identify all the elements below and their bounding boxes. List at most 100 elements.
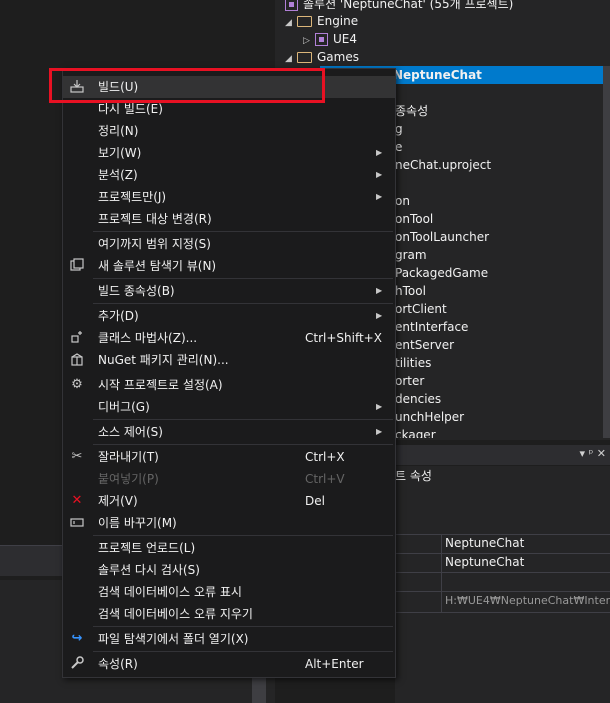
panel-controls[interactable]: ▾ ᵖ ✕	[580, 447, 606, 460]
menu-shortcut: Ctrl+X	[305, 450, 345, 464]
menu-item-nuget[interactable]: NuGet 패키지 관리(N)...	[63, 349, 395, 371]
menu-item-retarget[interactable]: 프로젝트 대상 변경(R)	[63, 208, 395, 230]
properties-title: 트 속성	[395, 469, 432, 483]
menu-label: 제거(V)	[98, 494, 138, 508]
menu-item-class-wizard[interactable]: 클래스 마법사(Z)... Ctrl+Shift+X	[63, 327, 395, 349]
menu-shortcut: Alt+Enter	[305, 657, 364, 671]
menu-label: 클래스 마법사(Z)...	[98, 331, 198, 345]
menu-label: 정리(N)	[98, 124, 139, 138]
tree-games-folder[interactable]: ◢ Games	[285, 48, 359, 66]
scissors-icon: ✂	[71, 449, 83, 464]
submenu-arrow-icon: ▶	[376, 311, 383, 320]
folder-icon	[297, 16, 312, 27]
scrollbar-thumb[interactable]	[252, 677, 266, 703]
tree-item[interactable]: onToolLauncher	[395, 228, 489, 246]
menu-item-rescan-solution[interactable]: 솔루션 다시 검사(S)	[63, 559, 395, 581]
folder-icon	[297, 52, 312, 63]
delete-icon: ✕	[71, 493, 83, 508]
tree-item[interactable]: orter	[395, 372, 424, 390]
menu-item-scope-to-this[interactable]: 여기까지 범위 지정(S)	[63, 233, 395, 255]
tree-item[interactable]: 종속성	[395, 102, 428, 120]
submenu-arrow-icon: ▶	[376, 427, 383, 436]
menu-label: 검색 데이터베이스 오류 표시	[98, 585, 242, 599]
menu-label: 속성(R)	[98, 657, 138, 671]
menu-item-add[interactable]: 추가(D) ▶	[63, 305, 395, 327]
menu-item-project-only[interactable]: 프로젝트만(J) ▶	[63, 186, 395, 208]
tree-engine-folder[interactable]: ◢ Engine	[285, 12, 358, 30]
menu-label: 이름 바꾸기(M)	[98, 516, 177, 530]
tree-ue4-project[interactable]: ▷ UE4	[303, 30, 357, 48]
rename-icon	[69, 515, 85, 531]
menu-item-show-db-errors[interactable]: 검색 데이터베이스 오류 표시	[63, 581, 395, 603]
property-value[interactable]: NeptuneChat	[445, 534, 524, 552]
expanded-arrow-icon[interactable]: ◢	[285, 14, 297, 32]
divider	[395, 612, 610, 613]
paste-icon	[69, 471, 85, 487]
open-folder-icon: ↪	[71, 631, 83, 646]
menu-shortcut: Ctrl+V	[305, 472, 345, 486]
expanded-arrow-icon[interactable]: ◢	[285, 50, 297, 68]
tree-item[interactable]: e	[395, 138, 402, 156]
menu-label: 새 솔루션 탐색기 뷰(N)	[98, 259, 217, 273]
tree-item[interactable]: entServer	[395, 336, 454, 354]
menu-item-rename[interactable]: 이름 바꾸기(M)	[63, 512, 395, 534]
tree-item[interactable]: PackagedGame	[395, 264, 488, 282]
submenu-arrow-icon: ▶	[376, 192, 383, 201]
tree-item[interactable]: g	[395, 120, 403, 138]
tree-item[interactable]: neChat.uproject	[395, 156, 491, 174]
menu-item-open-in-explorer[interactable]: ↪ 파일 탐색기에서 폴더 열기(X)	[63, 628, 395, 650]
divider	[395, 572, 610, 573]
menu-separator	[93, 651, 393, 652]
properties-title-bar: 트 속성	[395, 466, 610, 486]
tree-item[interactable]: dencies	[395, 390, 441, 408]
gear-icon: ⚙	[71, 377, 83, 392]
menu-separator	[93, 231, 393, 232]
menu-item-set-startup[interactable]: ⚙ 시작 프로젝트로 설정(A)	[63, 374, 395, 396]
menu-item-clear-db-errors[interactable]: 검색 데이터베이스 오류 지우기	[63, 603, 395, 625]
menu-item-clean[interactable]: 정리(N)	[63, 120, 395, 142]
tree-item[interactable]: hTool	[395, 282, 426, 300]
menu-shortcut: Ctrl+Shift+X	[305, 331, 382, 345]
menu-label: 프로젝트만(J)	[98, 190, 167, 204]
menu-item-analyze[interactable]: 분석(Z) ▶	[63, 164, 395, 186]
property-value[interactable]: H:₩UE4₩NeptuneChat₩Interm	[445, 592, 610, 610]
class-wizard-icon	[69, 330, 85, 346]
project-icon	[315, 33, 328, 46]
properties-header: ▾ ᵖ ✕	[395, 445, 610, 465]
tree-item[interactable]: tilities	[395, 354, 431, 372]
tree-item[interactable]: entInterface	[395, 318, 468, 336]
menu-label: NuGet 패키지 관리(N)...	[98, 353, 229, 367]
menu-separator	[93, 535, 393, 536]
tree-item[interactable]: onTool	[395, 210, 433, 228]
menu-item-properties[interactable]: 속성(R) Alt+Enter	[63, 653, 395, 675]
solution-explorer-scrollbar[interactable]	[603, 66, 610, 438]
menu-item-view[interactable]: 보기(W) ▶	[63, 142, 395, 164]
menu-item-source-control[interactable]: 소스 제어(S) ▶	[63, 421, 395, 443]
solution-icon	[285, 0, 298, 11]
menu-label: 프로젝트 대상 변경(R)	[98, 212, 212, 226]
property-value[interactable]: NeptuneChat	[445, 553, 524, 571]
menu-label: 여기까지 범위 지정(S)	[98, 237, 211, 251]
menu-item-cut[interactable]: ✂ 잘라내기(T) Ctrl+X	[63, 446, 395, 468]
menu-item-build-dependencies[interactable]: 빌드 종속성(B) ▶	[63, 280, 395, 302]
menu-item-remove[interactable]: ✕ 제거(V) Del	[63, 490, 395, 512]
menu-item-unload-project[interactable]: 프로젝트 언로드(L)	[63, 537, 395, 559]
tree-item[interactable]: on	[395, 192, 410, 210]
tree-item[interactable]: unchHelper	[395, 408, 464, 426]
menu-label: 디버그(G)	[98, 400, 150, 414]
menu-item-new-explorer-view[interactable]: 새 솔루션 탐색기 뷰(N)	[63, 255, 395, 277]
tree-item[interactable]: gram	[395, 246, 427, 264]
tree-item[interactable]: ortClient	[395, 300, 447, 318]
submenu-arrow-icon: ▶	[376, 286, 383, 295]
menu-label: 파일 탐색기에서 폴더 열기(X)	[98, 632, 249, 646]
menu-item-paste[interactable]: 붙여넣기(P) Ctrl+V	[63, 468, 395, 490]
menu-label: 잘라내기(T)	[98, 450, 159, 464]
new-view-icon	[69, 258, 85, 274]
menu-separator	[93, 303, 393, 304]
menu-label: 분석(Z)	[98, 168, 138, 182]
menu-label: 빌드 종속성(B)	[98, 284, 175, 298]
divider	[441, 535, 442, 613]
tree-item[interactable]: ckager	[395, 426, 436, 438]
menu-item-debug[interactable]: 디버그(G) ▶	[63, 396, 395, 418]
menu-separator	[93, 444, 393, 445]
